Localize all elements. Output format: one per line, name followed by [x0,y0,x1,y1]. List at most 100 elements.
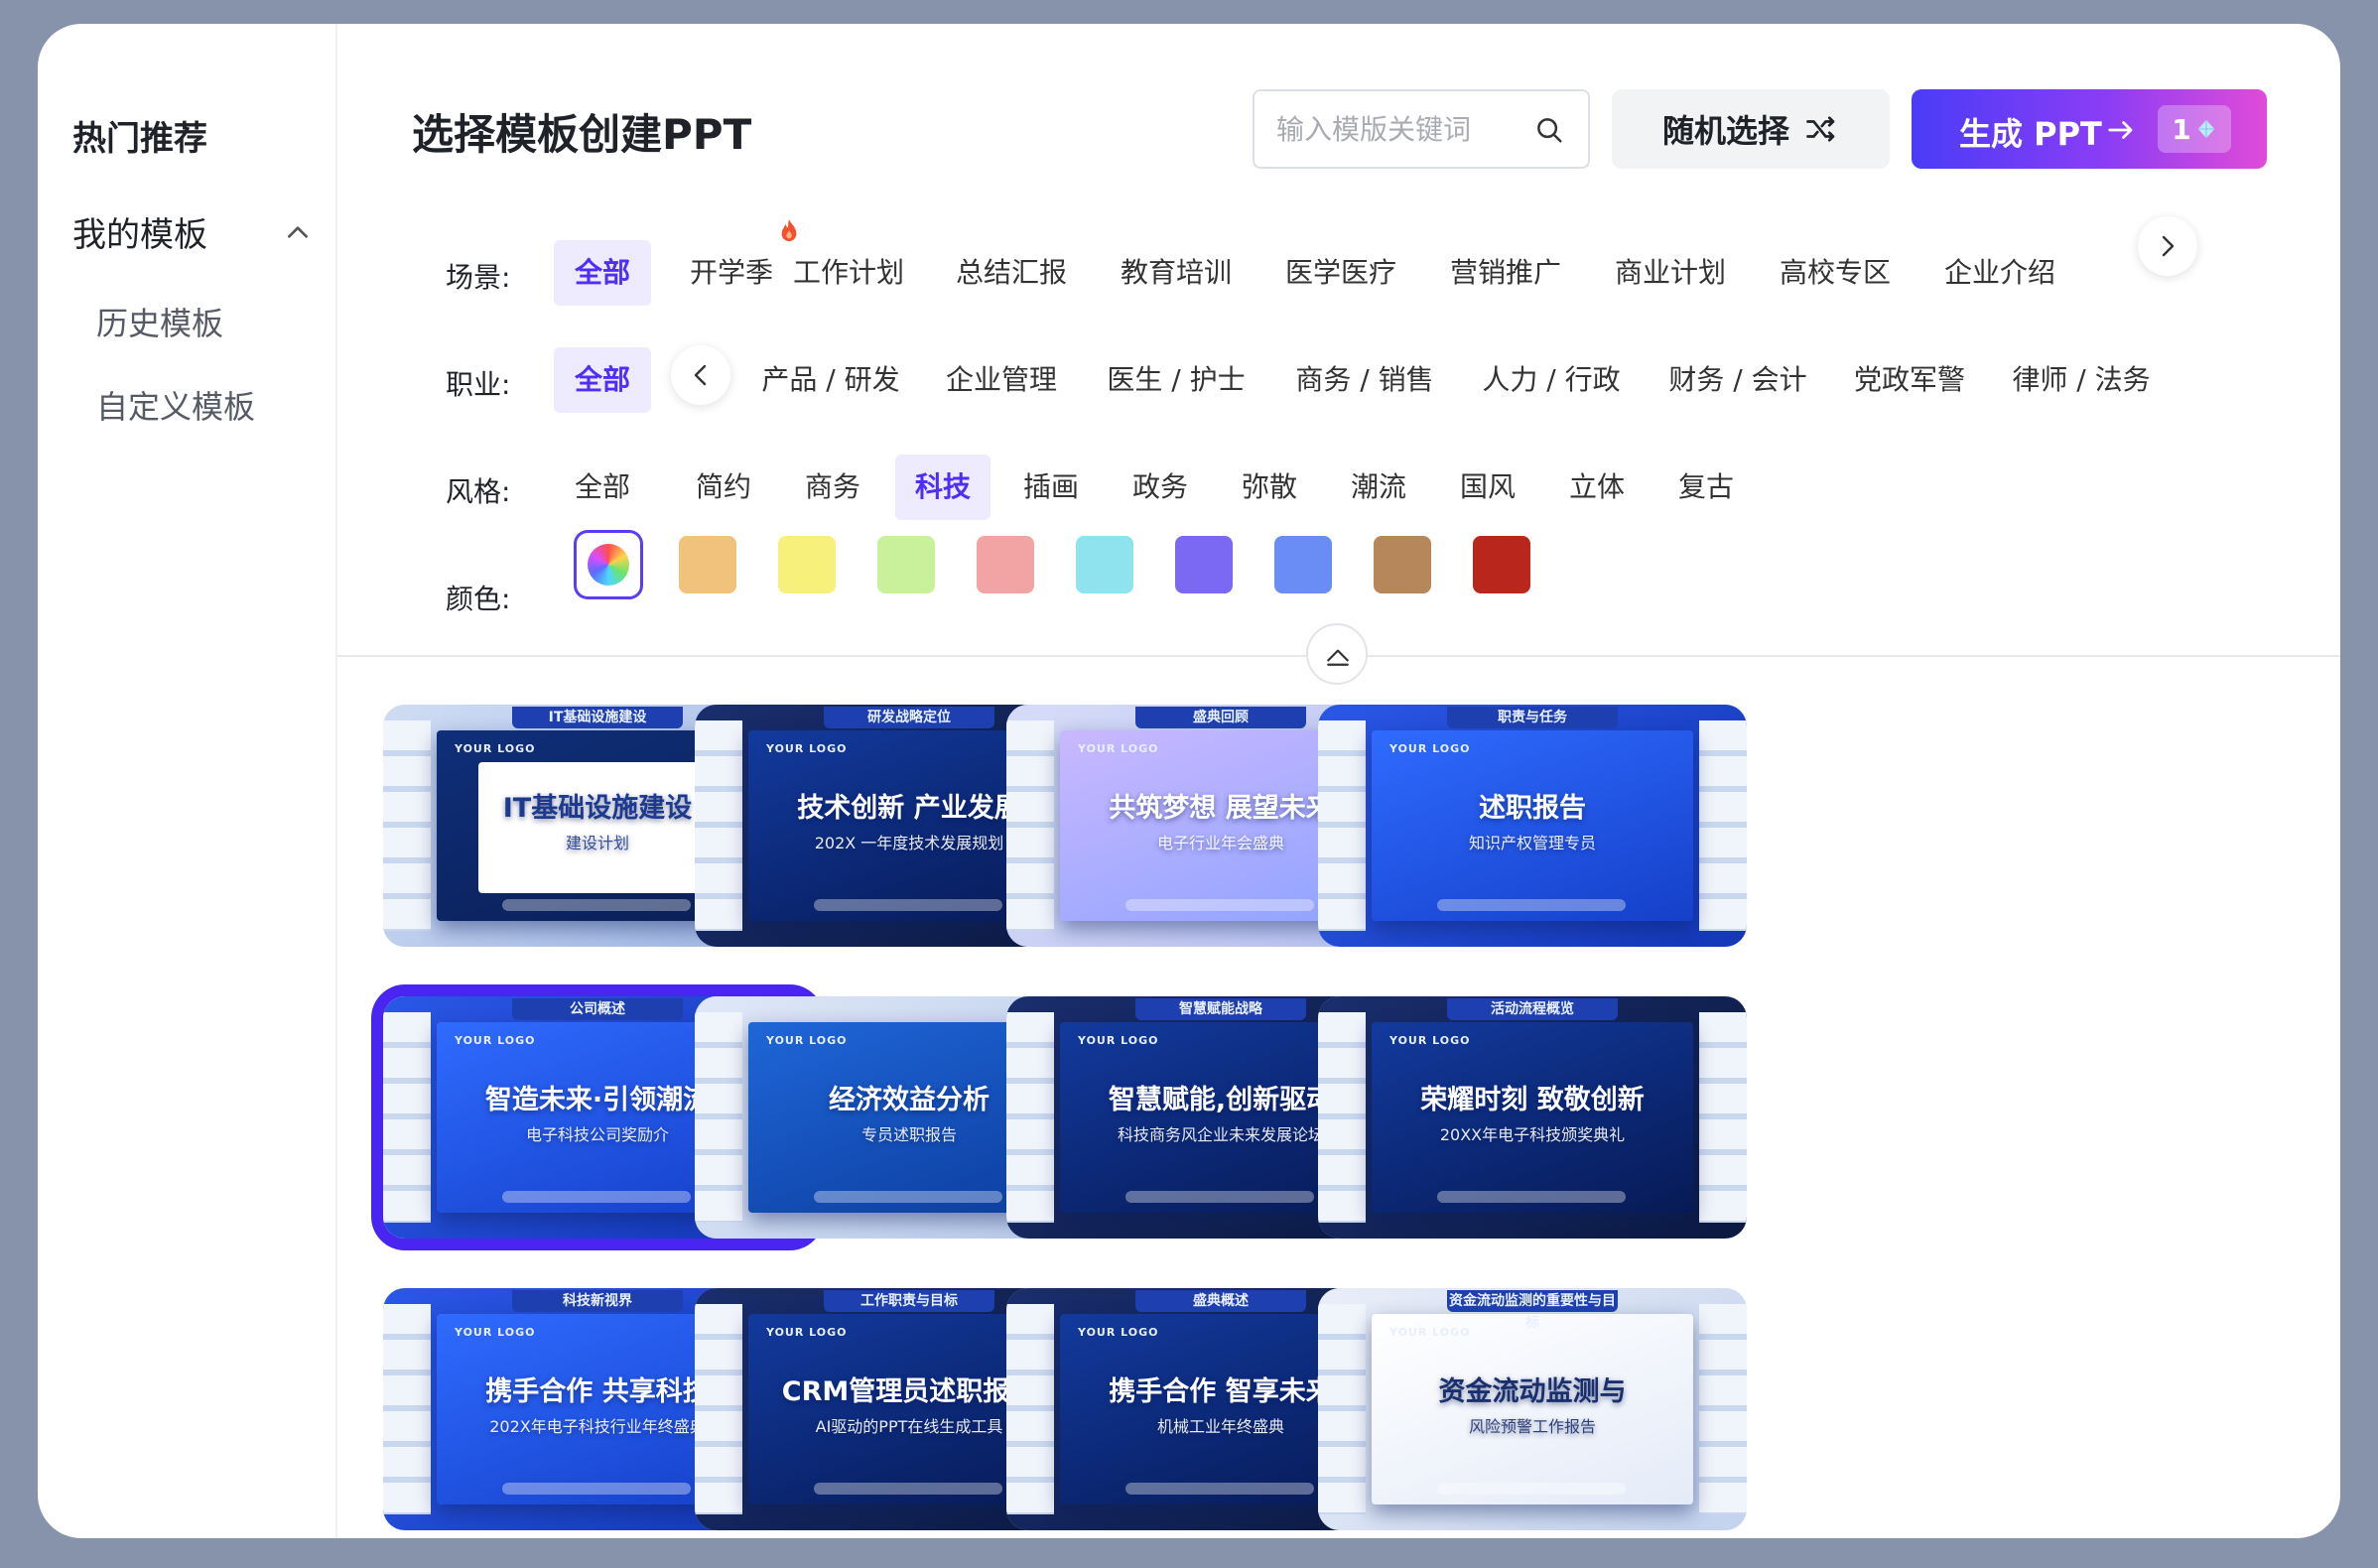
template-card[interactable]: YOUR LOGO 资金流动监测的重要性与目标 资金流动监测与 风险预警工作报告 [1318,1288,1747,1530]
color-swatch[interactable] [877,536,935,593]
card-logo: YOUR LOGO [1078,742,1159,755]
job-chip[interactable]: 商务 / 销售 [1288,347,1441,413]
card-top-tag: 活动流程概览 [1447,998,1618,1020]
random-select-label: 随机选择 [1661,112,1789,150]
search-input[interactable] [1276,109,1524,149]
cover-slide [1372,1022,1693,1213]
style-chip[interactable]: 复古 [1663,455,1749,520]
scene-chip[interactable]: 商业计划 [1614,240,1727,306]
job-label: 职业: [446,368,511,401]
card-logo: YOUR LOGO [766,742,848,755]
scene-chip[interactable]: 开学季 [687,240,776,306]
color-label: 颜色: [446,583,511,615]
style-chip[interactable]: 立体 [1554,455,1640,520]
app-window: 热门推荐 我的模板 历史模板 自定义模板 选择模板创建PPT 随机选择 生 [38,24,2340,1538]
card-meta-bar [1125,1191,1314,1203]
card-meta-bar [814,1483,1002,1495]
style-chip[interactable]: 国风 [1445,455,1530,520]
slide-thumbnails [383,720,431,931]
style-chip[interactable]: 政务 [1118,455,1203,520]
template-card[interactable]: YOUR LOGO 活动流程概览 荣耀时刻 致敬创新 20XX年电子科技颁奖典礼 [1318,996,1747,1239]
random-select-button[interactable]: 随机选择 [1612,89,1890,169]
style-chip[interactable]: 商务 [790,455,875,520]
style-chip[interactable]: 弥散 [1227,455,1312,520]
color-swatch[interactable] [1076,536,1133,593]
generate-ppt-button[interactable]: 生成 PPT 1 [1912,89,2267,169]
chevron-up-icon[interactable] [285,219,311,245]
card-title: 述职报告 [1479,793,1586,824]
card-top-tag: 智慧赋能战略 [1135,998,1306,1020]
card-top-tag: 盛典回顾 [1135,707,1306,728]
card-meta-bar [502,1483,691,1495]
style-label: 风格: [446,475,511,508]
card-top-tag: 资金流动监测的重要性与目标 [1447,1290,1618,1331]
style-chip[interactable]: 潮流 [1336,455,1421,520]
sidebar-item-history[interactable]: 历史模板 [96,299,223,344]
scene-chip[interactable]: 教育培训 [1120,240,1233,306]
search-box[interactable] [1253,89,1590,169]
card-meta-bar [1125,1483,1314,1495]
color-swatch[interactable] [1473,536,1530,593]
scene-chip[interactable]: 营销推广 [1449,240,1562,306]
job-prev-button[interactable] [671,345,730,405]
card-meta-bar [502,899,691,911]
scene-chip[interactable]: 高校专区 [1779,240,1892,306]
color-swatch[interactable] [778,536,836,593]
card-meta-bar [1125,899,1314,911]
card-top-tag: 公司概述 [512,998,683,1020]
scene-chip[interactable]: 全部 [554,240,651,306]
collapse-filters-button[interactable] [1306,623,1368,685]
style-chip[interactable]: 插画 [1008,455,1094,520]
card-subtitle: 20XX年电子科技颁奖典礼 [1439,1125,1626,1144]
card-logo: YOUR LOGO [455,742,536,755]
job-chip[interactable]: 律师 / 法务 [2005,347,2158,413]
job-chip[interactable]: 企业管理 [943,347,1060,413]
scene-next-button[interactable] [2138,216,2197,276]
card-meta-bar [1437,899,1626,911]
color-swatch[interactable] [679,536,736,593]
diamond-icon [2197,119,2214,139]
scene-chip[interactable]: 企业介绍 [1943,240,2056,306]
card-top-tag: IT基础设施建设 [512,707,683,728]
slide-thumbnails [1318,1304,1366,1514]
color-swatch[interactable] [1374,536,1431,593]
scene-chip[interactable]: 医学医疗 [1284,240,1397,306]
card-logo: YOUR LOGO [1389,742,1471,755]
card-subtitle: 知识产权管理专员 [1468,834,1596,852]
card-logo: YOUR LOGO [766,1326,848,1339]
chevron-right-icon [2162,235,2175,257]
style-chip[interactable]: 简约 [681,455,766,520]
template-card[interactable]: YOUR LOGO 职责与任务 述职报告 知识产权管理专员 [1318,705,1747,947]
card-meta-bar [1437,1191,1626,1203]
cover-panel [478,762,717,893]
scene-label: 场景: [446,261,511,294]
chevron-up-icon [1327,649,1349,666]
color-swatch[interactable] [977,536,1034,593]
job-chip[interactable]: 医生 / 护士 [1100,347,1253,413]
slide-thumbnails [383,1304,431,1514]
sidebar-item-custom[interactable]: 自定义模板 [96,382,255,428]
style-chip[interactable]: 全部 [554,455,651,520]
job-chip[interactable]: 产品 / 研发 [754,347,907,413]
scene-chip[interactable]: 工作计划 [792,240,905,306]
card-meta-bar [1437,1483,1626,1495]
arrow-right-icon [2108,121,2133,139]
slide-thumbnails [695,720,742,931]
job-chip[interactable]: 财务 / 会计 [1661,347,1814,413]
credit-count: 1 [2172,112,2191,146]
scene-chip[interactable]: 总结汇报 [955,240,1068,306]
slide-thumbnails [1699,720,1747,931]
page-title: 选择模板创建PPT [412,110,752,159]
job-chip[interactable]: 党政军警 [1850,347,1969,413]
job-chip[interactable]: 人力 / 行政 [1475,347,1628,413]
color-swatch[interactable] [1274,536,1332,593]
style-chip[interactable]: 科技 [895,455,991,520]
color-wheel-icon [588,544,629,586]
job-chip[interactable]: 全部 [554,347,651,413]
color-swatch[interactable] [1175,536,1233,593]
cover-slide [1372,730,1693,921]
sidebar-item-hot[interactable]: 热门推荐 [72,111,207,160]
search-icon[interactable] [1534,115,1564,145]
sidebar-item-my-templates[interactable]: 我的模板 [72,207,311,257]
color-swatch-all[interactable] [580,536,637,593]
